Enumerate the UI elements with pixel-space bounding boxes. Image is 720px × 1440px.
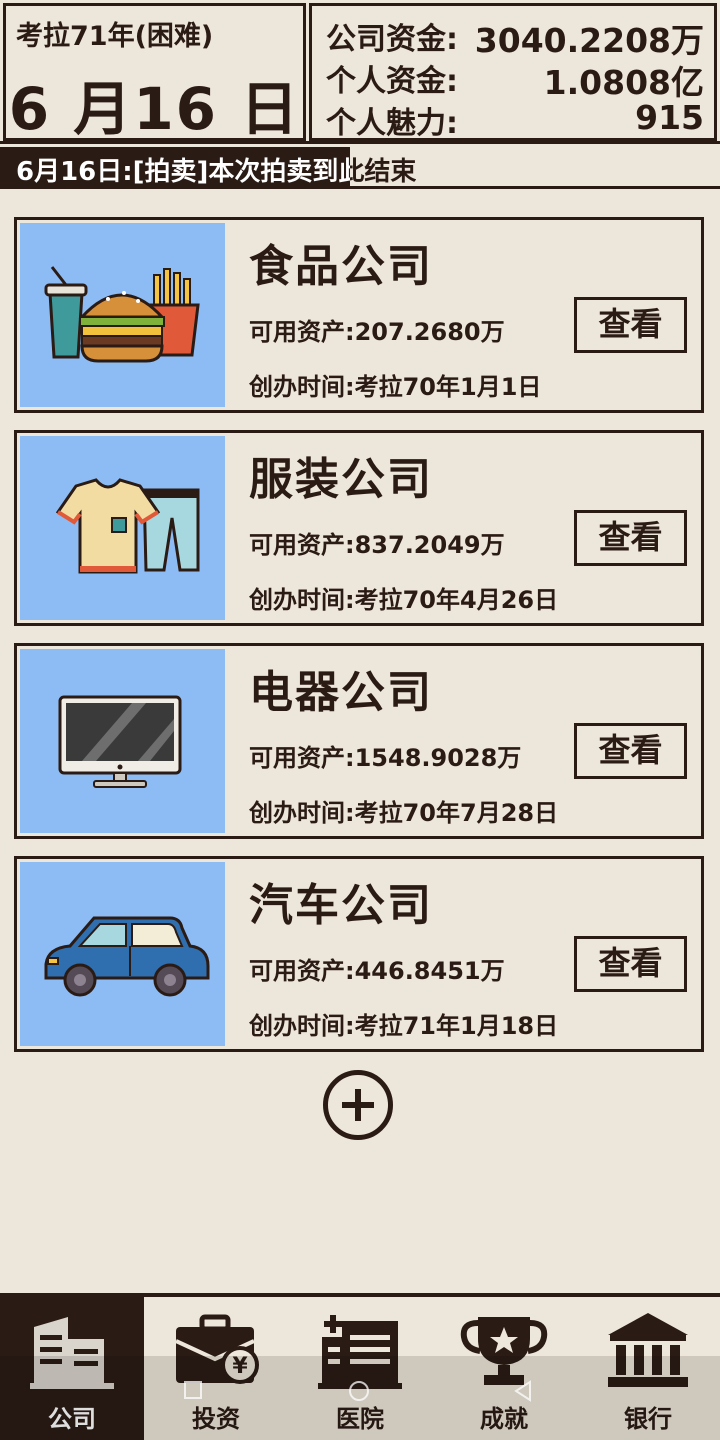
charm-row: 个人魅力: 915 <box>326 98 704 141</box>
nav-label: 公司 <box>48 1405 96 1433</box>
nav-label: 成就 <box>480 1405 528 1433</box>
company-card-food: 食品公司 可用资产:207.2680万 创办时间:考拉70年1月1日 查看 <box>14 217 704 413</box>
nav-label: 银行 <box>624 1405 672 1433</box>
personal-funds-label: 个人资金: <box>326 64 458 99</box>
svg-text:¥: ¥ <box>232 1354 248 1379</box>
status-header: 考拉71年(困难) 6 月16 日 公司资金: 3040.2208万 个人资金:… <box>0 0 720 144</box>
news-ticker-text: 6月16日:[拍卖]本次拍卖到此结束 <box>16 151 416 188</box>
company-name: 服装公司 <box>249 454 433 505</box>
company-card-car: 汽车公司 可用资产:446.8451万 创办时间:考拉71年1月18日 查看 <box>14 856 704 1052</box>
company-funds-label: 公司资金: <box>326 22 458 57</box>
company-assets: 可用资产:207.2680万 <box>249 318 505 346</box>
company-image-food <box>20 223 225 407</box>
shirt-pants-icon <box>55 478 200 574</box>
nav-tab-bank[interactable]: 银行 <box>576 1297 720 1440</box>
building-icon <box>30 1317 114 1389</box>
briefcase-yen-icon: ¥ <box>175 1314 259 1384</box>
year-difficulty-label: 考拉71年(困难) <box>16 21 214 52</box>
nav-label: 投资 <box>192 1405 240 1433</box>
nav-tab-achievements[interactable]: 成就 <box>432 1297 576 1440</box>
company-card-electronics: 电器公司 可用资产:1548.9028万 创办时间:考拉70年7月28日 查看 <box>14 643 704 839</box>
car-icon <box>44 916 210 997</box>
company-founded-date: 创办时间:考拉70年4月26日 <box>249 586 559 614</box>
company-assets: 可用资产:837.2049万 <box>249 531 505 559</box>
company-assets: 可用资产:446.8451万 <box>249 957 505 985</box>
funds-panel: 公司资金: 3040.2208万 个人资金: 1.0808亿 个人魅力: 915 <box>309 3 717 141</box>
company-image-clothing <box>20 436 225 620</box>
company-card-clothing: 服装公司 可用资产:837.2049万 创办时间:考拉70年4月26日 查看 <box>14 430 704 626</box>
view-car-company-button[interactable]: 查看 <box>574 936 687 992</box>
view-clothing-company-button[interactable]: 查看 <box>574 510 687 566</box>
charm-value: 915 <box>635 98 704 137</box>
trophy-icon <box>460 1317 548 1385</box>
monitor-icon <box>58 695 182 788</box>
company-name: 电器公司 <box>249 667 433 718</box>
nav-tab-company[interactable]: 公司 <box>0 1297 144 1440</box>
view-electronics-company-button[interactable]: 查看 <box>574 723 687 779</box>
company-funds-value: 3040.2208万 <box>474 21 704 60</box>
view-food-company-button[interactable]: 查看 <box>574 297 687 353</box>
nav-tab-hospital[interactable]: 医院 <box>288 1297 432 1440</box>
company-image-car <box>20 862 225 1046</box>
company-funds-row: 公司资金: 3040.2208万 <box>326 14 704 60</box>
personal-funds-row: 个人资金: 1.0808亿 <box>326 56 704 102</box>
burger-fries-icon <box>44 266 200 363</box>
bank-icon <box>608 1313 688 1387</box>
company-founded-date: 创办时间:考拉70年1月1日 <box>249 373 542 401</box>
company-assets: 可用资产:1548.9028万 <box>249 744 522 772</box>
company-image-electronics <box>20 649 225 833</box>
company-name: 汽车公司 <box>249 880 433 931</box>
nav-tab-invest[interactable]: ¥ 投资 <box>144 1297 288 1440</box>
company-founded-date: 创办时间:考拉71年1月18日 <box>249 1012 559 1040</box>
company-name: 食品公司 <box>249 241 433 292</box>
hospital-icon <box>318 1315 402 1389</box>
personal-funds-value: 1.0808亿 <box>543 63 704 102</box>
company-founded-date: 创办时间:考拉70年7月28日 <box>249 799 559 827</box>
current-date: 6 月16 日 <box>8 75 301 143</box>
bottom-nav: 公司 ¥ 投资 医院 成就 银行 <box>0 1293 720 1440</box>
charm-label: 个人魅力: <box>326 106 458 141</box>
news-ticker: 6月16日:[拍卖]本次拍卖到此结束 <box>0 147 720 189</box>
date-panel: 考拉71年(困难) 6 月16 日 <box>3 3 306 143</box>
nav-label: 医院 <box>336 1405 384 1433</box>
add-company-button[interactable] <box>323 1070 393 1140</box>
